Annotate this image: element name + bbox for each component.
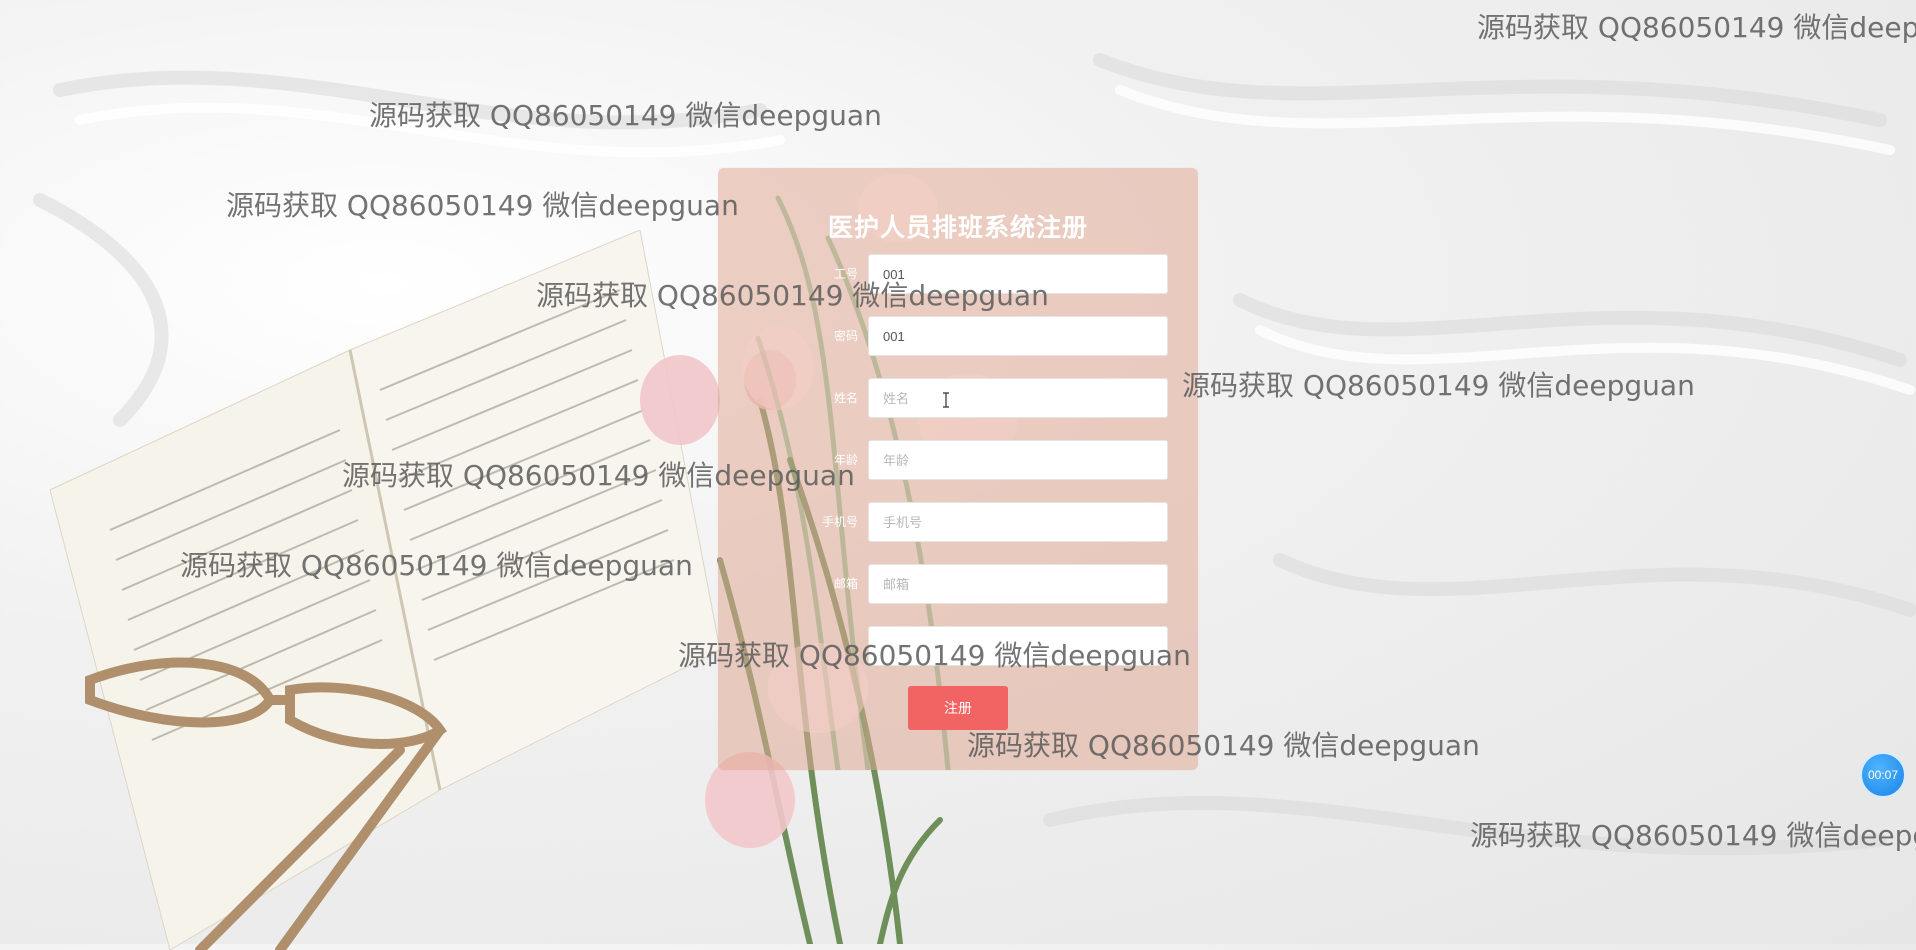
password-input[interactable]	[868, 316, 1168, 356]
name-label: 姓名	[833, 391, 858, 405]
register-panel: 医护人员排班系统注册 工号 密码 姓名 年龄 手机号 邮箱 注册	[718, 168, 1198, 770]
field-row-extra	[718, 626, 1198, 666]
form-title: 医护人员排班系统注册	[827, 214, 1088, 242]
age-label: 年龄	[833, 453, 858, 467]
field-row-age: 年龄	[718, 440, 1198, 480]
phone-input[interactable]	[868, 502, 1168, 542]
text-cursor-icon	[943, 392, 949, 408]
field-row-password: 密码	[718, 316, 1198, 356]
watermark: 源码获取 QQ86050149 微信deepguan	[1182, 369, 1695, 402]
field-row-phone: 手机号	[718, 502, 1198, 542]
field-row-email: 邮箱	[718, 564, 1198, 604]
field-row-employee-id: 工号	[718, 254, 1198, 294]
extra-field-input[interactable]	[868, 626, 1168, 666]
phone-label: 手机号	[821, 515, 858, 529]
book-illustration	[49, 230, 721, 950]
employee-id-label: 工号	[833, 267, 858, 281]
watermark: 源码获取 QQ86050149 微信deepguan	[369, 99, 882, 132]
email-input[interactable]	[868, 564, 1168, 604]
age-input[interactable]	[868, 440, 1168, 480]
email-label: 邮箱	[833, 577, 858, 591]
employee-id-input[interactable]	[868, 254, 1168, 294]
name-input[interactable]	[868, 378, 1168, 418]
watermark: 源码获取 QQ86050149 微信deepguan	[1477, 11, 1916, 44]
field-row-name: 姓名	[718, 378, 1198, 418]
register-button[interactable]: 注册	[908, 686, 1008, 730]
watermark: 源码获取 QQ86050149 微信deepguan	[226, 189, 739, 222]
floating-timer-badge[interactable]: 00:07	[1860, 752, 1906, 798]
watermark: 源码获取 QQ86050149 微信deepguan	[1470, 819, 1916, 852]
password-label: 密码	[833, 329, 858, 343]
